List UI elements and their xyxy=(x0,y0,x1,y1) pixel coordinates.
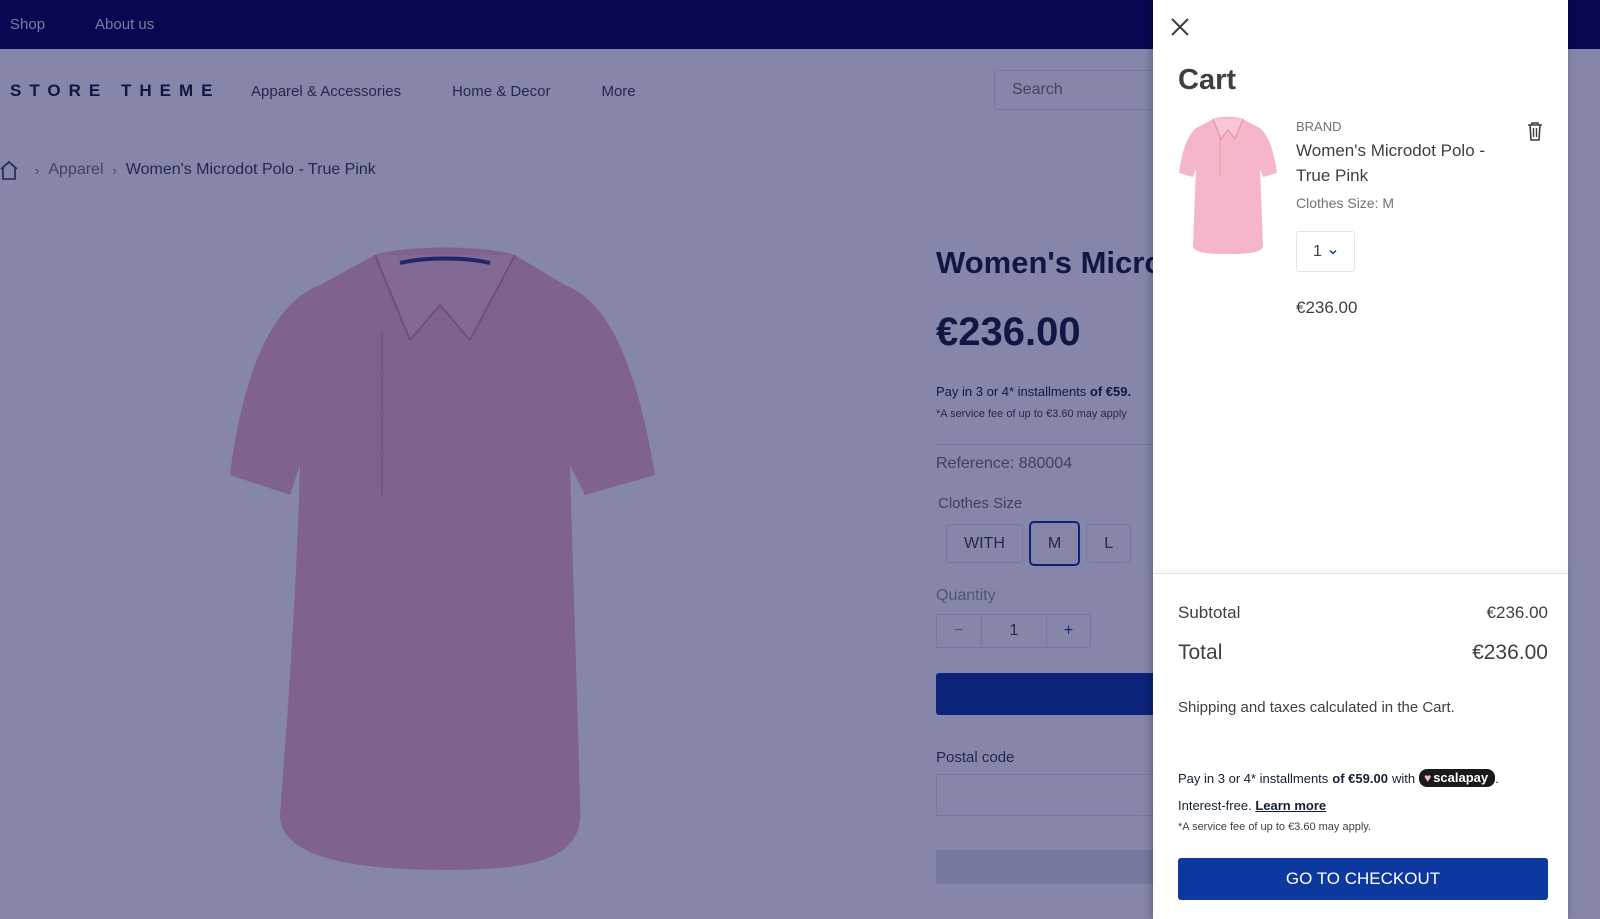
scalapay-logo: ♥ scalapay xyxy=(1419,769,1496,787)
cart-item-price: €236.00 xyxy=(1296,298,1358,317)
cart-title: Cart xyxy=(1178,64,1237,96)
cart-item-image[interactable] xyxy=(1178,115,1278,255)
total-value: €236.00 xyxy=(1472,641,1548,664)
cart-item-quantity-value: 1 xyxy=(1313,242,1322,260)
subtotal-label: Subtotal xyxy=(1178,603,1241,622)
subtotal-value: €236.00 xyxy=(1486,603,1548,622)
cart-drawer: Cart BRAND Women's Microdot Polo - True … xyxy=(1153,0,1568,919)
cart-item-brand: BRAND xyxy=(1296,119,1342,134)
close-icon[interactable] xyxy=(1168,15,1192,39)
chevron-down-icon xyxy=(1329,249,1337,255)
cart-summary: Subtotal €236.00 Total €236.00 Shipping … xyxy=(1153,573,1568,919)
checkout-button[interactable]: GO TO CHECKOUT xyxy=(1178,858,1548,900)
cart-item-quantity-select[interactable]: 1 xyxy=(1296,231,1355,272)
cart-item-variant: Clothes Size: M xyxy=(1296,195,1395,211)
scalapay-interest-free: Interest-free. Learn more xyxy=(1178,798,1327,813)
total-label: Total xyxy=(1178,641,1223,664)
learn-more-link[interactable]: Learn more xyxy=(1255,798,1326,813)
heart-icon: ♥ xyxy=(1424,770,1432,785)
cart-item-name[interactable]: Women's Microdot Polo - True Pink xyxy=(1296,138,1516,188)
scalapay-installments: Pay in 3 or 4* installments of €59.00 wi… xyxy=(1178,769,1499,787)
scalapay-service-fee: *A service fee of up to €3.60 may apply. xyxy=(1178,821,1372,833)
shipping-note: Shipping and taxes calculated in the Car… xyxy=(1178,699,1455,716)
trash-icon[interactable] xyxy=(1525,120,1545,142)
